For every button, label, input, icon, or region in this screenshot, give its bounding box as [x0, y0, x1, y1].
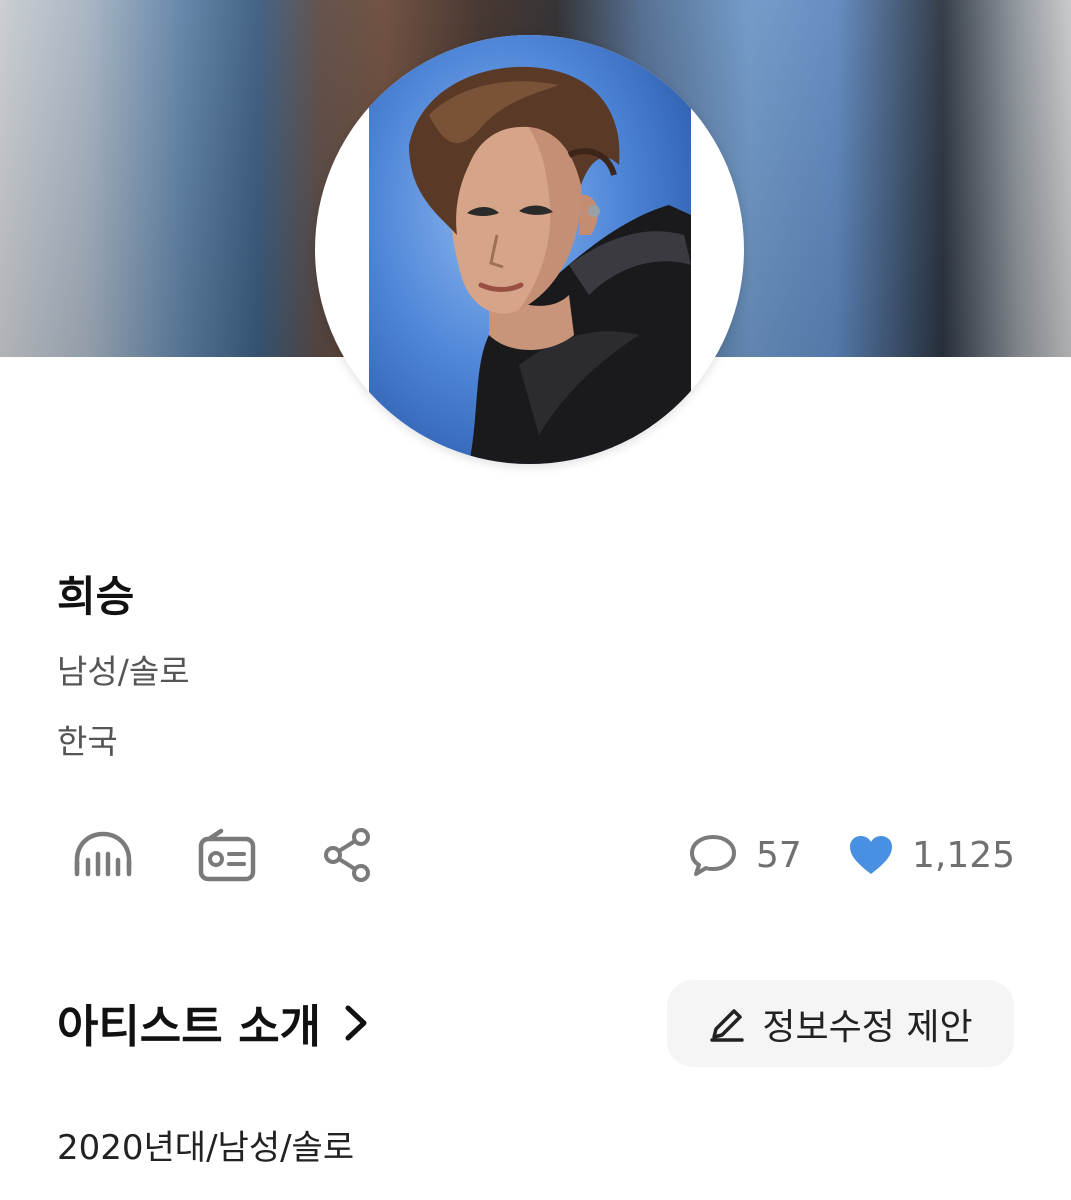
- heart-icon: [850, 836, 892, 874]
- like-count[interactable]: 1,125: [848, 828, 1015, 882]
- suggest-edit-button[interactable]: 정보수정 제안: [667, 980, 1014, 1067]
- headphones-icon: [74, 831, 132, 877]
- comment-count-value: 57: [756, 834, 802, 876]
- share-icon: [324, 828, 370, 882]
- share-button[interactable]: [315, 822, 381, 888]
- pencil-icon: [710, 1008, 745, 1042]
- artist-country: 한국: [57, 722, 118, 761]
- listen-button[interactable]: [70, 822, 136, 888]
- artist-gender-type: 남성/솔로: [57, 652, 190, 691]
- portrait-illustration: [409, 66, 691, 464]
- artist-tags: 2020년대/남성/솔로: [57, 1128, 355, 1168]
- artist-name: 희승: [57, 572, 135, 621]
- artist-intro-title: 아티스트 소개: [57, 1000, 322, 1053]
- artist-profile-photo[interactable]: [315, 35, 744, 464]
- suggest-edit-label: 정보수정 제안: [762, 1006, 973, 1048]
- like-count-value: 1,125: [912, 834, 1016, 876]
- speech-bubble-icon: [690, 835, 736, 876]
- artist-intro-link[interactable]: 아티스트 소개: [57, 990, 369, 1055]
- radio-icon: [198, 828, 256, 882]
- chevron-right-icon: [345, 1005, 367, 1040]
- comment-count[interactable]: 57: [688, 828, 802, 882]
- radio-button[interactable]: [194, 822, 260, 888]
